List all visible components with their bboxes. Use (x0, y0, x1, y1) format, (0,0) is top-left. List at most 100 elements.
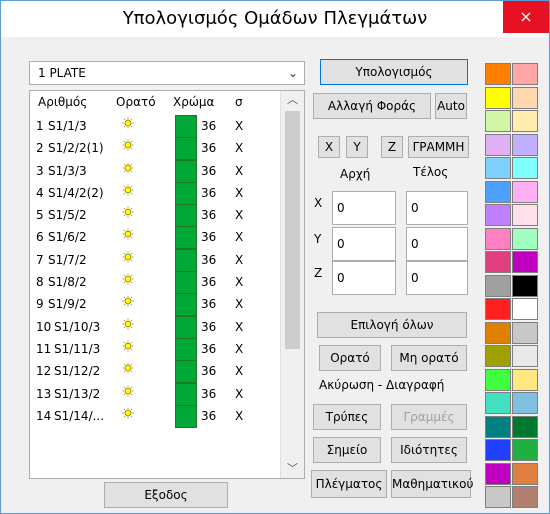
select-all-button[interactable]: Επιλογή όλων (317, 312, 467, 338)
math-button[interactable]: Μαθηματικού (391, 470, 473, 498)
list-item[interactable]: 10 S1/10/3 36 X (30, 315, 280, 339)
row-color-swatch[interactable] (175, 204, 197, 228)
line-button[interactable]: ΓΡΑΜΜΗ (408, 136, 469, 158)
list-item[interactable]: 1 S1/1/3 36 X (30, 115, 280, 138)
sun-icon[interactable] (122, 162, 134, 174)
list-scrollbar[interactable]: ︿ ﹀ (280, 91, 304, 478)
sun-icon[interactable] (122, 184, 134, 196)
change-direction-button[interactable]: Αλλαγή Φοράς (313, 93, 431, 119)
palette-color-swatch[interactable] (512, 274, 538, 297)
properties-button[interactable]: Ιδιότητες (391, 437, 467, 463)
palette-color-swatch[interactable] (485, 227, 511, 250)
palette-color-swatch[interactable] (485, 439, 511, 461)
sun-icon[interactable] (122, 362, 134, 374)
palette-color-swatch[interactable] (512, 86, 538, 109)
palette-color-swatch[interactable] (485, 86, 511, 109)
palette-color-swatch[interactable] (485, 298, 511, 320)
sun-icon[interactable] (122, 273, 134, 285)
meshes-button[interactable]: Πλέγματος (311, 470, 387, 498)
row-color-swatch[interactable] (175, 115, 197, 138)
palette-color-swatch[interactable] (512, 462, 538, 485)
palette-color-swatch[interactable] (512, 345, 538, 367)
row-color-swatch[interactable] (175, 271, 197, 295)
palette-color-swatch[interactable] (512, 204, 538, 226)
scroll-up-icon[interactable]: ︿ (281, 91, 304, 109)
list-item[interactable]: 14 S1/14/... 36 X (30, 404, 280, 428)
list-item[interactable]: 12 S1/12/2 36 X (30, 360, 280, 384)
x-button[interactable]: X (318, 136, 340, 158)
list-item[interactable]: 7 S1/7/2 36 X (30, 248, 280, 272)
mesh-list[interactable]: Αριθμός Ορατό Χρώμα σ 1 S1/1/3 36 X 2 S1/2/2(… (29, 90, 305, 479)
palette-color-swatch[interactable] (512, 321, 538, 344)
palette-color-swatch[interactable] (485, 204, 511, 226)
palette-color-swatch[interactable] (485, 274, 511, 297)
row-color-swatch[interactable] (175, 404, 197, 428)
palette-color-swatch[interactable] (512, 298, 538, 320)
close-button[interactable]: × (503, 1, 549, 33)
palette-color-swatch[interactable] (485, 180, 511, 203)
palette-color-swatch[interactable] (512, 368, 538, 391)
palette-color-swatch[interactable] (512, 227, 538, 250)
holes-button[interactable]: Τρύπες (313, 404, 381, 430)
row-color-swatch[interactable] (175, 137, 197, 161)
sun-icon[interactable] (122, 318, 134, 330)
palette-color-swatch[interactable] (512, 486, 538, 508)
palette-color-swatch[interactable] (512, 251, 538, 273)
sun-icon[interactable] (122, 139, 134, 151)
palette-color-swatch[interactable] (485, 486, 511, 508)
palette-color-swatch[interactable] (485, 345, 511, 367)
start-y-input[interactable]: 0 (332, 227, 396, 261)
exit-button[interactable]: Εξοδος (104, 482, 228, 508)
visible-button[interactable]: Ορατό (319, 345, 381, 371)
palette-color-swatch[interactable] (512, 392, 538, 414)
palette-color-swatch[interactable] (485, 321, 511, 344)
row-color-swatch[interactable] (175, 293, 197, 317)
sun-icon[interactable] (122, 206, 134, 218)
palette-color-swatch[interactable] (485, 251, 511, 273)
point-button[interactable]: Σημείο (313, 437, 381, 463)
sun-icon[interactable] (122, 407, 134, 419)
row-color-swatch[interactable] (175, 315, 197, 339)
list-item[interactable]: 13 S1/13/2 36 X (30, 382, 280, 406)
row-color-swatch[interactable] (175, 248, 197, 272)
start-z-input[interactable]: 0 (332, 261, 396, 295)
row-color-swatch[interactable] (175, 226, 197, 250)
calculate-button[interactable]: Υπολογισμός (320, 59, 468, 85)
list-item[interactable]: 2 S1/2/2(1) 36 X (30, 137, 280, 161)
palette-color-swatch[interactable] (512, 157, 538, 179)
sun-icon[interactable] (122, 295, 134, 307)
sun-icon[interactable] (122, 228, 134, 240)
palette-color-swatch[interactable] (512, 110, 538, 132)
row-color-swatch[interactable] (175, 159, 197, 183)
palette-color-swatch[interactable] (512, 415, 538, 438)
palette-color-swatch[interactable] (512, 439, 538, 461)
y-button[interactable]: Y (346, 136, 368, 158)
sun-icon[interactable] (122, 251, 134, 263)
sun-icon[interactable] (122, 385, 134, 397)
palette-color-swatch[interactable] (485, 110, 511, 132)
z-button[interactable]: Z (381, 136, 403, 158)
sun-icon[interactable] (122, 340, 134, 352)
palette-color-swatch[interactable] (485, 133, 511, 156)
row-color-swatch[interactable] (175, 337, 197, 361)
palette-color-swatch[interactable] (512, 133, 538, 156)
list-item[interactable]: 6 S1/6/2 36 X (30, 226, 280, 250)
not-visible-button[interactable]: Μη ορατό (391, 345, 467, 371)
end-y-input[interactable]: 0 (406, 227, 468, 261)
sun-icon[interactable] (122, 117, 134, 129)
palette-color-swatch[interactable] (485, 392, 511, 414)
auto-button[interactable]: Auto (435, 93, 467, 119)
palette-color-swatch[interactable] (485, 368, 511, 391)
scroll-down-icon[interactable]: ﹀ (281, 460, 304, 478)
list-item[interactable]: 4 S1/4/2(2) 36 X (30, 181, 280, 205)
list-item[interactable]: 9 S1/9/2 36 X (30, 293, 280, 317)
row-color-swatch[interactable] (175, 382, 197, 406)
row-color-swatch[interactable] (175, 181, 197, 205)
row-color-swatch[interactable] (175, 360, 197, 384)
palette-color-swatch[interactable] (512, 63, 538, 85)
palette-color-swatch[interactable] (485, 462, 511, 485)
list-item[interactable]: 11 S1/11/3 36 X (30, 337, 280, 361)
list-item[interactable]: 3 S1/3/3 36 X (30, 159, 280, 183)
palette-color-swatch[interactable] (485, 157, 511, 179)
scroll-thumb[interactable] (285, 111, 300, 349)
